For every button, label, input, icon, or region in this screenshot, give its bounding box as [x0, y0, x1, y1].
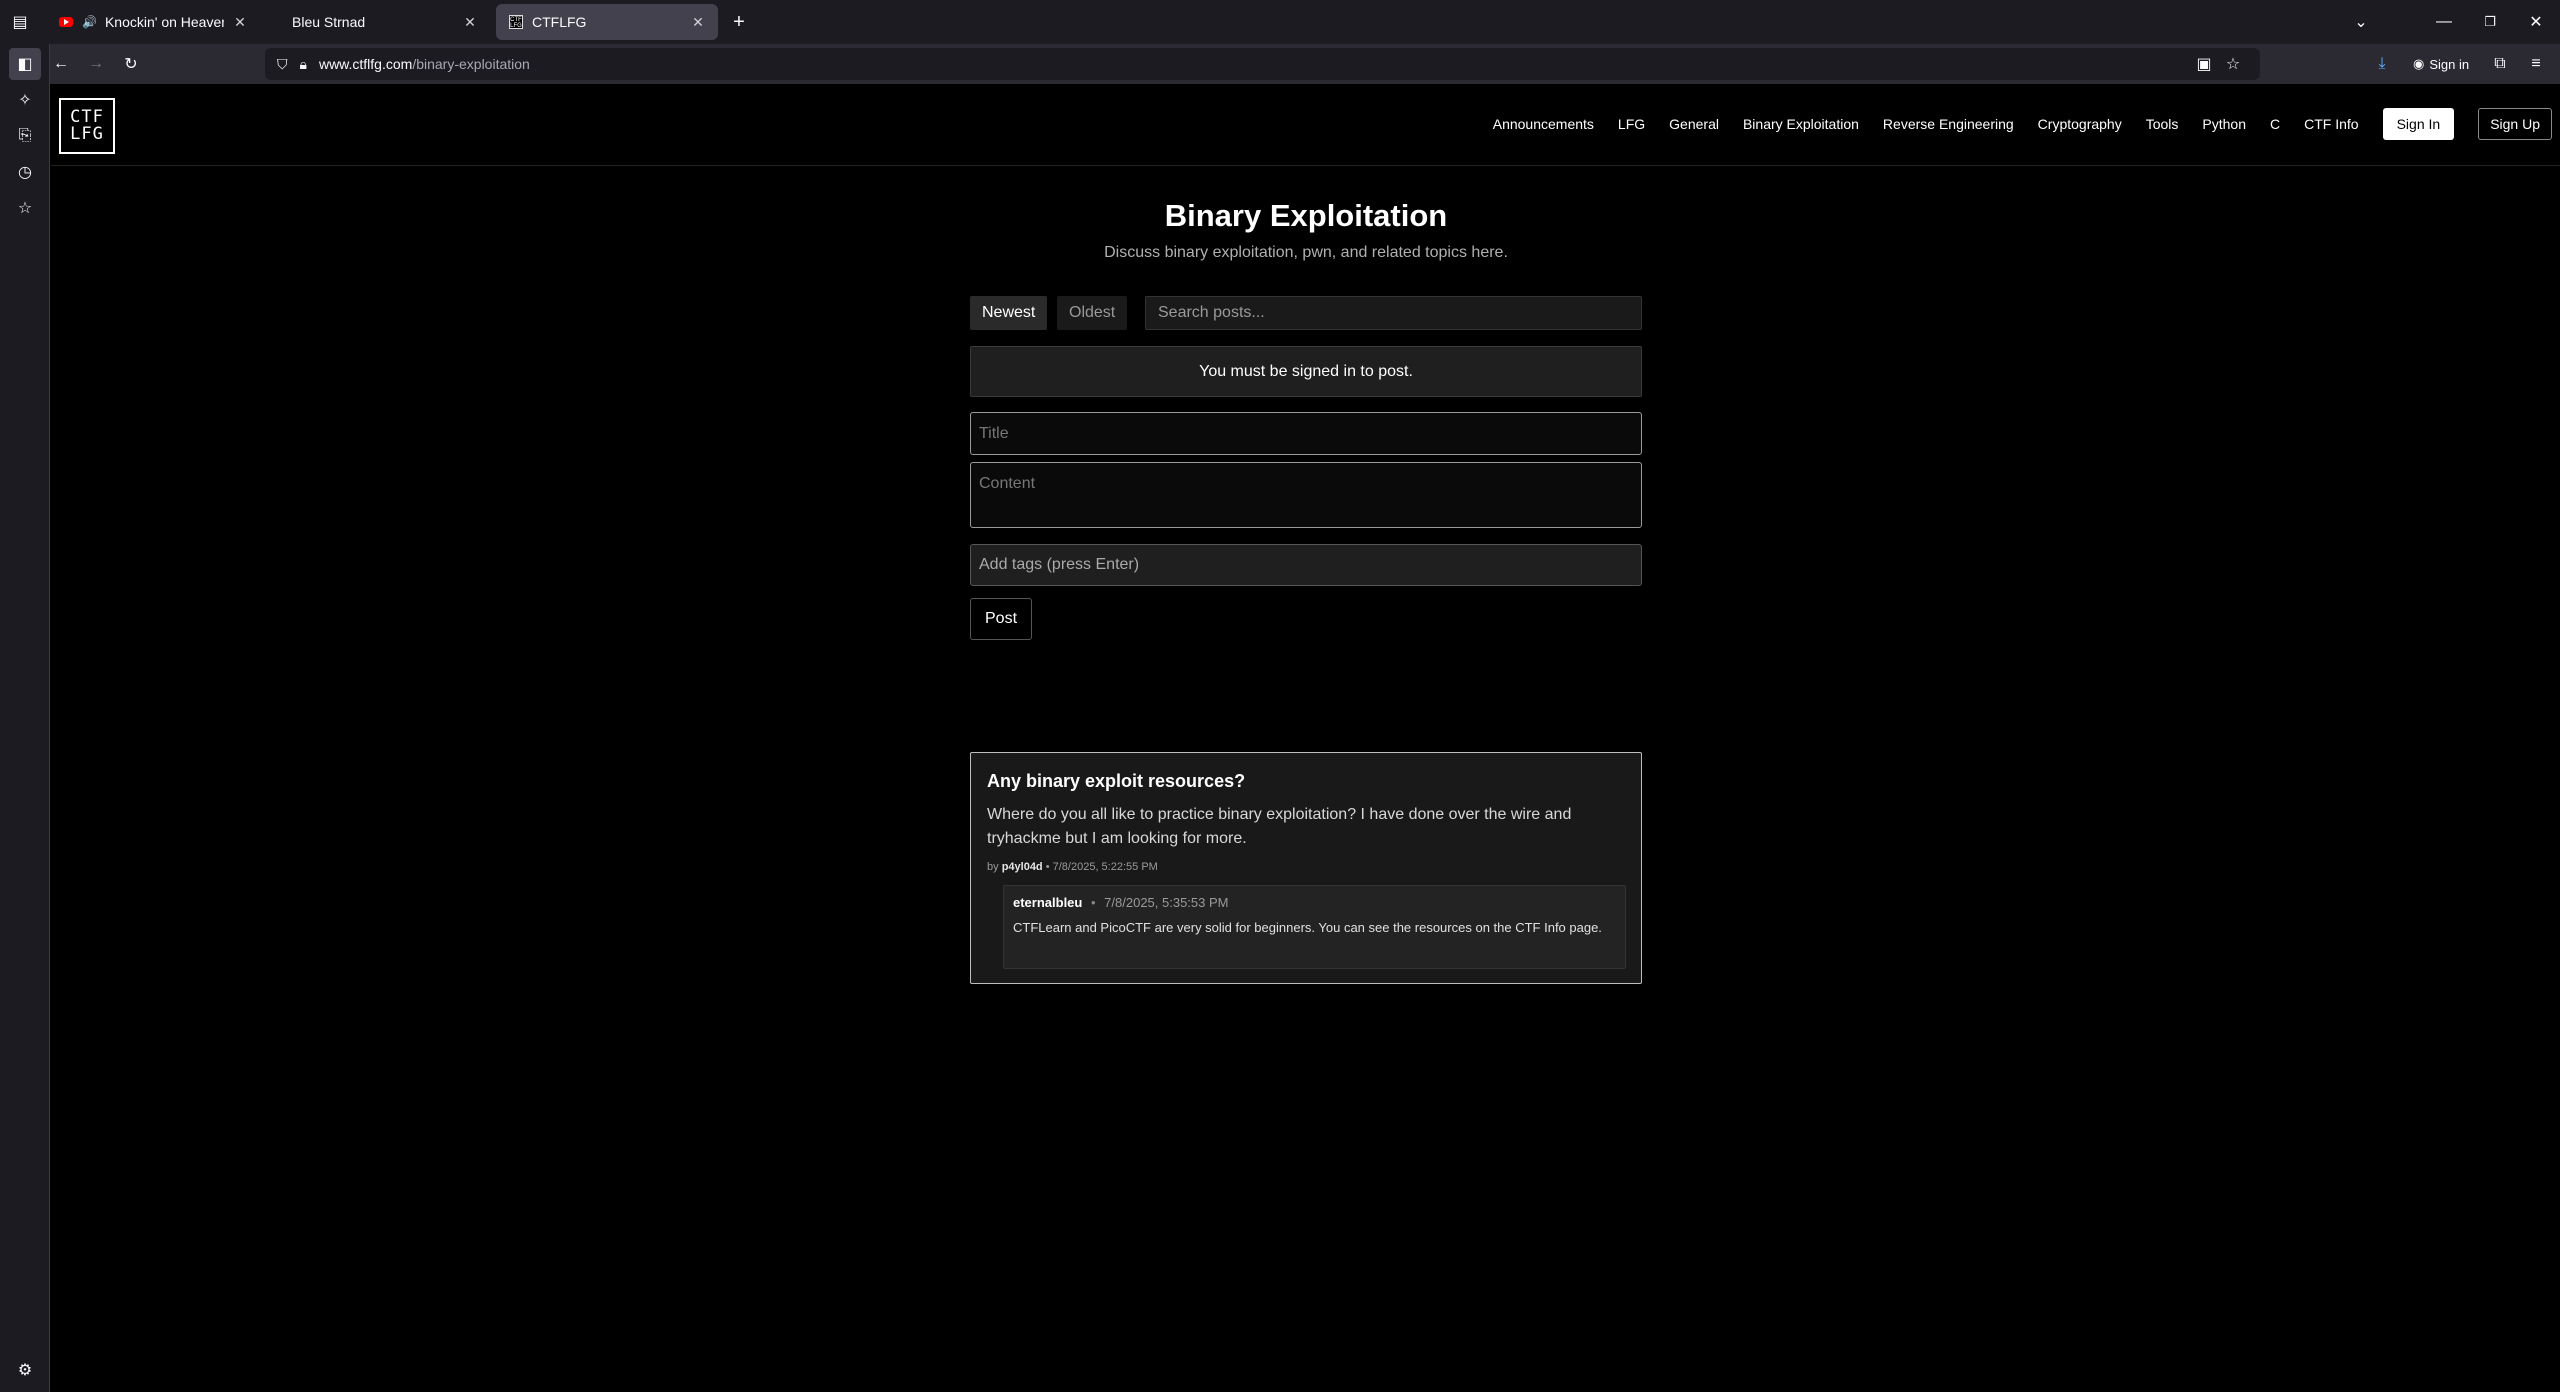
youtube-icon	[58, 14, 74, 30]
site-header: CTF LFG Announcements LFG General Binary…	[51, 84, 2560, 166]
site-nav: Announcements LFG General Binary Exploit…	[1493, 108, 2552, 140]
nav-reverse-engineering[interactable]: Reverse Engineering	[1883, 116, 2014, 132]
url-host: www.ctflfg.com	[318, 56, 413, 72]
post-author[interactable]: p4yl04d	[1002, 861, 1043, 873]
tab-youtube[interactable]: 🔊 Knockin' on Heaven's Door ✕	[46, 4, 260, 40]
tab-bleu-strnad[interactable]: Bleu Strnad ✕	[268, 4, 490, 40]
tab-ctflfg[interactable]: CTF LFG CTFLFG ✕	[496, 4, 718, 40]
page-subtitle: Discuss binary exploitation, pwn, and re…	[1104, 244, 1508, 261]
url-bar[interactable]: ⛉ 🔒︎ www.ctflfg.com/binary-exploitation	[265, 48, 2260, 80]
forward-icon[interactable]: →	[82, 50, 110, 78]
search-posts-input[interactable]	[1145, 296, 1642, 330]
new-tab-button[interactable]: +	[725, 8, 753, 36]
reply-header: eternalbleu • 7/8/2025, 5:35:53 PM	[1013, 895, 1228, 910]
reload-icon[interactable]: ↻	[117, 50, 145, 78]
lock-icon[interactable]: 🔒︎	[300, 56, 307, 73]
post-title-input[interactable]	[970, 412, 1642, 455]
nav-general[interactable]: General	[1669, 116, 1719, 132]
history-icon[interactable]: ◷	[9, 156, 41, 188]
post-body: Where do you all like to practice binary…	[987, 806, 1572, 847]
tab-title: CTFLFG	[532, 14, 587, 30]
nav-python[interactable]: Python	[2202, 116, 2246, 132]
nav-lfg[interactable]: LFG	[1618, 116, 1645, 132]
browser-tab-strip: ▤ 🔊 Knockin' on Heaven's Door ✕ Bleu Str…	[0, 0, 2560, 44]
browser-sidebar: ◧ ✧ ⎘ ◷ ☆ ⚙	[0, 44, 50, 1392]
reply-timestamp: 7/8/2025, 5:35:53 PM	[1104, 895, 1229, 910]
sidebar-toggle-icon[interactable]: ◧	[9, 48, 41, 80]
nav-cryptography[interactable]: Cryptography	[2038, 116, 2122, 132]
account-icon: ◉	[2413, 56, 2425, 71]
close-icon[interactable]: ✕	[232, 14, 248, 30]
sort-toolbar: Newest Oldest	[970, 296, 1642, 330]
sign-in-button[interactable]: Sign In	[2382, 108, 2455, 140]
post-by-label: by	[987, 861, 999, 873]
close-icon[interactable]: ✕	[690, 14, 706, 30]
settings-gear-icon[interactable]: ⚙	[9, 1354, 41, 1386]
account-sign-in-label: Sign in	[2429, 56, 2470, 72]
synced-tabs-icon[interactable]: ⎘	[9, 120, 41, 152]
tab-title: Bleu Strnad	[292, 14, 366, 30]
navigation-toolbar: ← → ↻ ⛉ 🔒︎ www.ctflfg.com/binary-exploit…	[0, 44, 2560, 84]
reply-card: eternalbleu • 7/8/2025, 5:35:53 PM CTFLe…	[1003, 885, 1626, 969]
reader-view-icon[interactable]: ▣	[2190, 50, 2218, 78]
post-button[interactable]: Post	[970, 598, 1033, 640]
account-sign-in-button[interactable]: ◉ Sign in	[2405, 50, 2477, 78]
nav-binary-exploitation[interactable]: Binary Exploitation	[1743, 116, 1859, 132]
post-title[interactable]: Any binary exploit resources?	[987, 771, 1245, 792]
sign-in-notice: You must be signed in to post.	[970, 346, 1642, 397]
sort-oldest-button[interactable]: Oldest	[1057, 296, 1128, 330]
reply-body: CTFLearn and PicoCTF are very solid for …	[1013, 920, 1602, 935]
nav-tools[interactable]: Tools	[2146, 116, 2179, 132]
bookmark-star-icon[interactable]: ☆	[2219, 50, 2247, 78]
back-icon[interactable]: ←	[47, 50, 75, 78]
post-content-textarea[interactable]	[970, 462, 1642, 528]
nav-c[interactable]: C	[2270, 116, 2280, 132]
speaker-icon[interactable]: 🔊	[82, 15, 97, 29]
url-path: /binary-exploitation	[412, 56, 530, 72]
nav-ctf-info[interactable]: CTF Info	[2304, 116, 2358, 132]
site-logo[interactable]: CTF LFG	[59, 98, 115, 154]
bookmarks-star-icon[interactable]: ☆	[9, 192, 41, 224]
ctflfg-favicon-icon: CTF LFG	[509, 15, 523, 29]
post-tags-input[interactable]	[970, 544, 1642, 586]
post-timestamp: • 7/8/2025, 5:22:55 PM	[1045, 861, 1158, 873]
tracking-shield-icon[interactable]: ⛉	[277, 56, 288, 73]
reply-author[interactable]: eternalbleu	[1013, 895, 1082, 910]
menu-icon[interactable]: ≡	[2522, 50, 2550, 78]
minimize-icon[interactable]: —	[2430, 8, 2458, 36]
web-page: CTF LFG Announcements LFG General Binary…	[51, 84, 2560, 1392]
extensions-icon[interactable]: ⧉	[2486, 50, 2514, 78]
chevron-down-icon[interactable]: ⌄	[2347, 8, 2375, 36]
sort-newest-button[interactable]: Newest	[970, 296, 1048, 330]
tab-title: Knockin' on Heaven's Door	[104, 14, 224, 30]
sign-up-button[interactable]: Sign Up	[2478, 108, 2552, 140]
reply-separator: •	[1090, 895, 1096, 910]
ai-chatbot-icon[interactable]: ✧	[9, 84, 41, 116]
post-card[interactable]: Any binary exploit resources? Where do y…	[970, 752, 1642, 984]
logo-line-2: LFG	[70, 124, 104, 144]
download-icon[interactable]: ⤓	[2368, 50, 2396, 78]
close-icon[interactable]: ✕	[462, 14, 478, 30]
page-title: Binary Exploitation	[1164, 198, 1448, 233]
nav-announcements[interactable]: Announcements	[1493, 116, 1594, 132]
restore-icon[interactable]: ❐	[2476, 8, 2504, 36]
post-meta: by p4yl04d • 7/8/2025, 5:22:55 PM	[987, 861, 1158, 873]
tab-overview-icon[interactable]: ▤	[6, 8, 34, 36]
window-close-icon[interactable]: ✕	[2522, 8, 2550, 36]
